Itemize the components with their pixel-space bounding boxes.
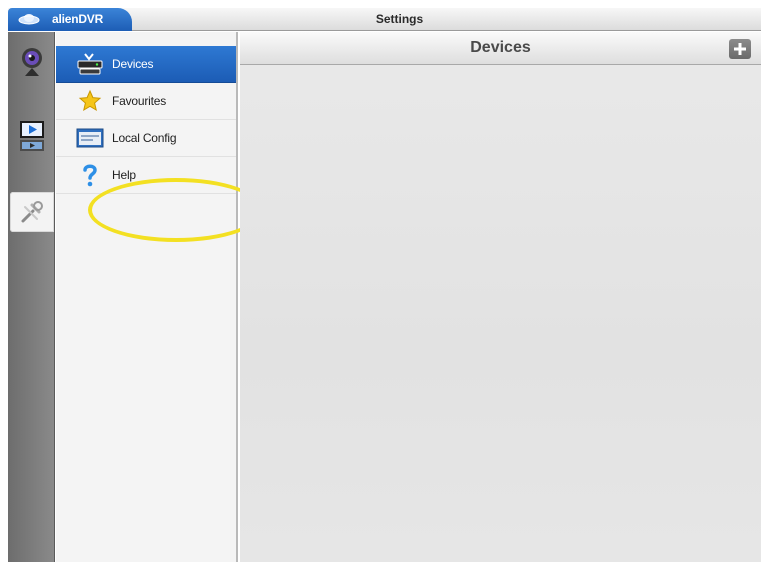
camera-icon: [22, 48, 42, 76]
panel-header: Devices: [240, 32, 761, 65]
playback-icon: [20, 121, 44, 151]
settings-tools-icon: [21, 201, 43, 223]
dock-camera-button[interactable]: [10, 42, 54, 82]
settings-item-help[interactable]: Help: [56, 157, 236, 194]
dock-settings-button[interactable]: [10, 192, 54, 232]
settings-item-devices[interactable]: Devices: [56, 46, 236, 83]
settings-item-label: Help: [112, 168, 136, 182]
local-config-icon: [74, 124, 106, 152]
settings-item-label: Devices: [112, 57, 154, 71]
settings-item-label: Local Config: [112, 131, 177, 145]
devices-panel: Devices: [240, 32, 761, 562]
panel-title: Devices: [470, 39, 531, 56]
left-dock: [8, 32, 55, 562]
plus-icon: [734, 43, 746, 55]
add-device-button[interactable]: [729, 39, 751, 59]
help-icon: [74, 161, 106, 189]
dock-playback-button[interactable]: [10, 116, 54, 156]
settings-item-local-config[interactable]: Local Config: [56, 120, 236, 157]
devices-icon: [74, 50, 106, 78]
title-bar: alienDVR Settings: [8, 8, 761, 31]
window-title: Settings: [375, 12, 424, 26]
settings-item-label: Favourites: [112, 94, 167, 108]
settings-item-favourites[interactable]: Favourites: [56, 83, 236, 120]
settings-list: Devices Favourites Local Config Help: [56, 32, 264, 562]
star-icon: [74, 87, 106, 115]
